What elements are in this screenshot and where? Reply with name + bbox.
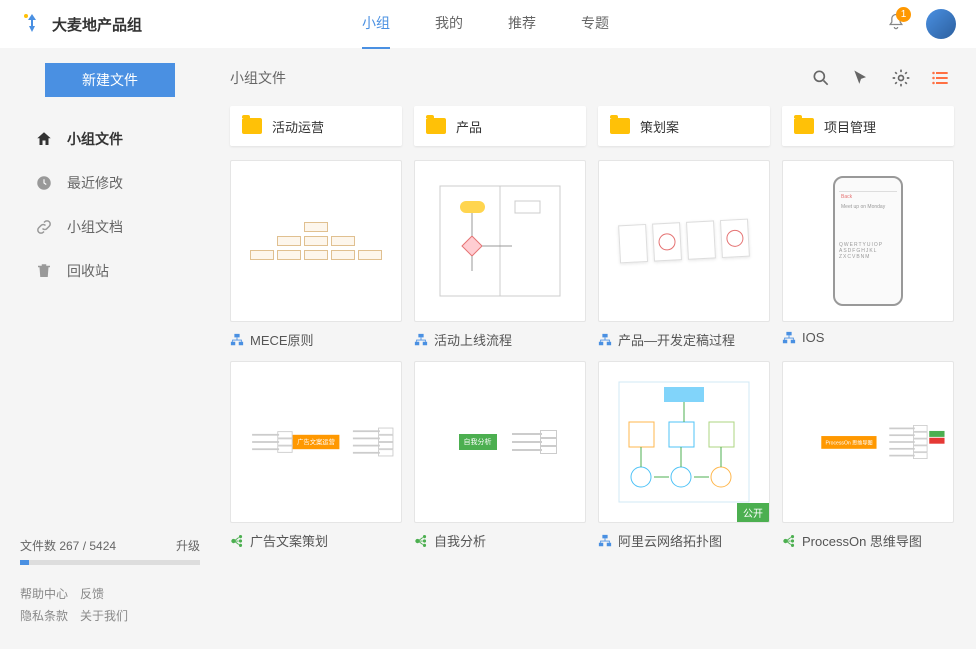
flowchart-icon: [414, 333, 428, 347]
file-name: 产品—开发定稿过程: [618, 330, 735, 349]
folder-item[interactable]: 项目管理: [782, 106, 954, 146]
file-thumbnail: 自我分析: [414, 361, 586, 523]
folder-icon: [426, 118, 446, 134]
breadcrumb: 小组文件: [230, 68, 286, 88]
folder-item[interactable]: 产品: [414, 106, 586, 146]
sidebar-item-label: 最近修改: [67, 173, 123, 193]
new-file-button[interactable]: 新建文件: [45, 63, 175, 97]
help-link[interactable]: 帮助中心: [20, 585, 68, 602]
tab-topic[interactable]: 专题: [581, 0, 609, 49]
file-card[interactable]: 产品—开发定稿过程: [598, 160, 770, 349]
storage-bar: [20, 560, 200, 565]
main: 新建文件 小组文件 最近修改 小组文档 回收站 文件数 267 / 5424 升…: [0, 48, 976, 649]
app-title: 大麦地产品组: [52, 14, 142, 35]
file-name: IOS: [802, 330, 824, 345]
file-thumbnail: [414, 160, 586, 322]
file-name: 自我分析: [434, 531, 486, 550]
cursor-icon[interactable]: [851, 68, 871, 88]
toolbar: [811, 68, 951, 88]
folder-name: 项目管理: [824, 117, 876, 136]
mindmap-icon: [782, 534, 796, 548]
mindmap-icon: [414, 534, 428, 548]
file-card[interactable]: MECE原则: [230, 160, 402, 349]
file-thumbnail: ProcessOn 思维导图: [782, 361, 954, 523]
nav-tabs: 小组 我的 推荐 专题: [362, 0, 609, 49]
storage-label: 文件数 267 / 5424: [20, 537, 116, 554]
files-grid: MECE原则 活动上线流程 产品—开发定稿过程 BackMeet up on Mond…: [230, 160, 951, 550]
feedback-link[interactable]: 反馈: [80, 585, 104, 602]
folder-icon: [242, 118, 262, 134]
notification-badge: 1: [896, 7, 911, 22]
trash-icon: [35, 262, 53, 280]
file-card[interactable]: 自我分析自我分析: [414, 361, 586, 550]
sidebar: 新建文件 小组文件 最近修改 小组文档 回收站 文件数 267 / 5424 升…: [0, 48, 205, 649]
flowchart-icon: [782, 331, 796, 345]
folder-item[interactable]: 活动运营: [230, 106, 402, 146]
clock-icon: [35, 174, 53, 192]
file-card[interactable]: 广告文案运营广告文案策划: [230, 361, 402, 550]
flowchart-icon: [230, 333, 244, 347]
mindmap-icon: [230, 534, 244, 548]
file-name: MECE原则: [250, 330, 314, 349]
sidebar-item-recent[interactable]: 最近修改: [15, 161, 205, 205]
home-icon: [35, 130, 53, 148]
list-view-icon[interactable]: [931, 68, 951, 88]
content-header: 小组文件: [230, 68, 951, 88]
folder-item[interactable]: 策划案: [598, 106, 770, 146]
gear-icon[interactable]: [891, 68, 911, 88]
flowchart-icon: [598, 333, 612, 347]
tab-group[interactable]: 小组: [362, 0, 390, 49]
upgrade-link[interactable]: 升级: [176, 537, 200, 554]
sidebar-item-trash[interactable]: 回收站: [15, 249, 205, 293]
folder-name: 活动运营: [272, 117, 324, 136]
sidebar-footer: 文件数 267 / 5424 升级 帮助中心 反馈 隐私条款 关于我们: [15, 527, 205, 649]
sidebar-item-label: 小组文档: [67, 217, 123, 237]
tab-recommend[interactable]: 推荐: [508, 0, 536, 49]
file-name: 广告文案策划: [250, 531, 328, 550]
file-card[interactable]: BackMeet up on MondayQWERTYUIOPASDFGHJKL…: [782, 160, 954, 349]
file-name: 阿里云网络拓扑图: [618, 531, 722, 550]
file-thumbnail: [598, 160, 770, 322]
folder-icon: [610, 118, 630, 134]
logo-icon: [20, 12, 44, 36]
folder-name: 产品: [456, 117, 482, 136]
sidebar-item-label: 回收站: [67, 261, 109, 281]
file-card[interactable]: ProcessOn 思维导图 ProcessOn 思维导图: [782, 361, 954, 550]
about-link[interactable]: 关于我们: [80, 607, 128, 624]
sidebar-item-group-files[interactable]: 小组文件: [15, 117, 205, 161]
public-badge: 公开: [737, 503, 769, 522]
tab-mine[interactable]: 我的: [435, 0, 463, 49]
file-thumbnail: 公开: [598, 361, 770, 523]
file-name: 活动上线流程: [434, 330, 512, 349]
avatar[interactable]: [926, 9, 956, 39]
folders-grid: 活动运营 产品 策划案 项目管理: [230, 106, 951, 146]
logo[interactable]: 大麦地产品组: [20, 12, 142, 36]
file-thumbnail: [230, 160, 402, 322]
sidebar-item-docs[interactable]: 小组文档: [15, 205, 205, 249]
sidebar-item-label: 小组文件: [67, 129, 123, 149]
flowchart-icon: [598, 534, 612, 548]
folder-icon: [794, 118, 814, 134]
notifications-button[interactable]: 1: [886, 12, 906, 37]
search-icon[interactable]: [811, 68, 831, 88]
content: 小组文件 活动运营 产品 策划案 项目管理 MECE原则 活动上线流程 产品—开发定稿过程…: [205, 48, 976, 649]
header: 大麦地产品组 小组 我的 推荐 专题 1: [0, 0, 976, 48]
folder-name: 策划案: [640, 117, 679, 136]
file-card[interactable]: 公开阿里云网络拓扑图: [598, 361, 770, 550]
file-thumbnail: BackMeet up on MondayQWERTYUIOPASDFGHJKL…: [782, 160, 954, 322]
link-icon: [35, 218, 53, 236]
header-right: 1: [886, 9, 956, 39]
privacy-link[interactable]: 隐私条款: [20, 607, 68, 624]
file-card[interactable]: 活动上线流程: [414, 160, 586, 349]
file-name: ProcessOn 思维导图: [802, 531, 922, 550]
file-thumbnail: 广告文案运营: [230, 361, 402, 523]
